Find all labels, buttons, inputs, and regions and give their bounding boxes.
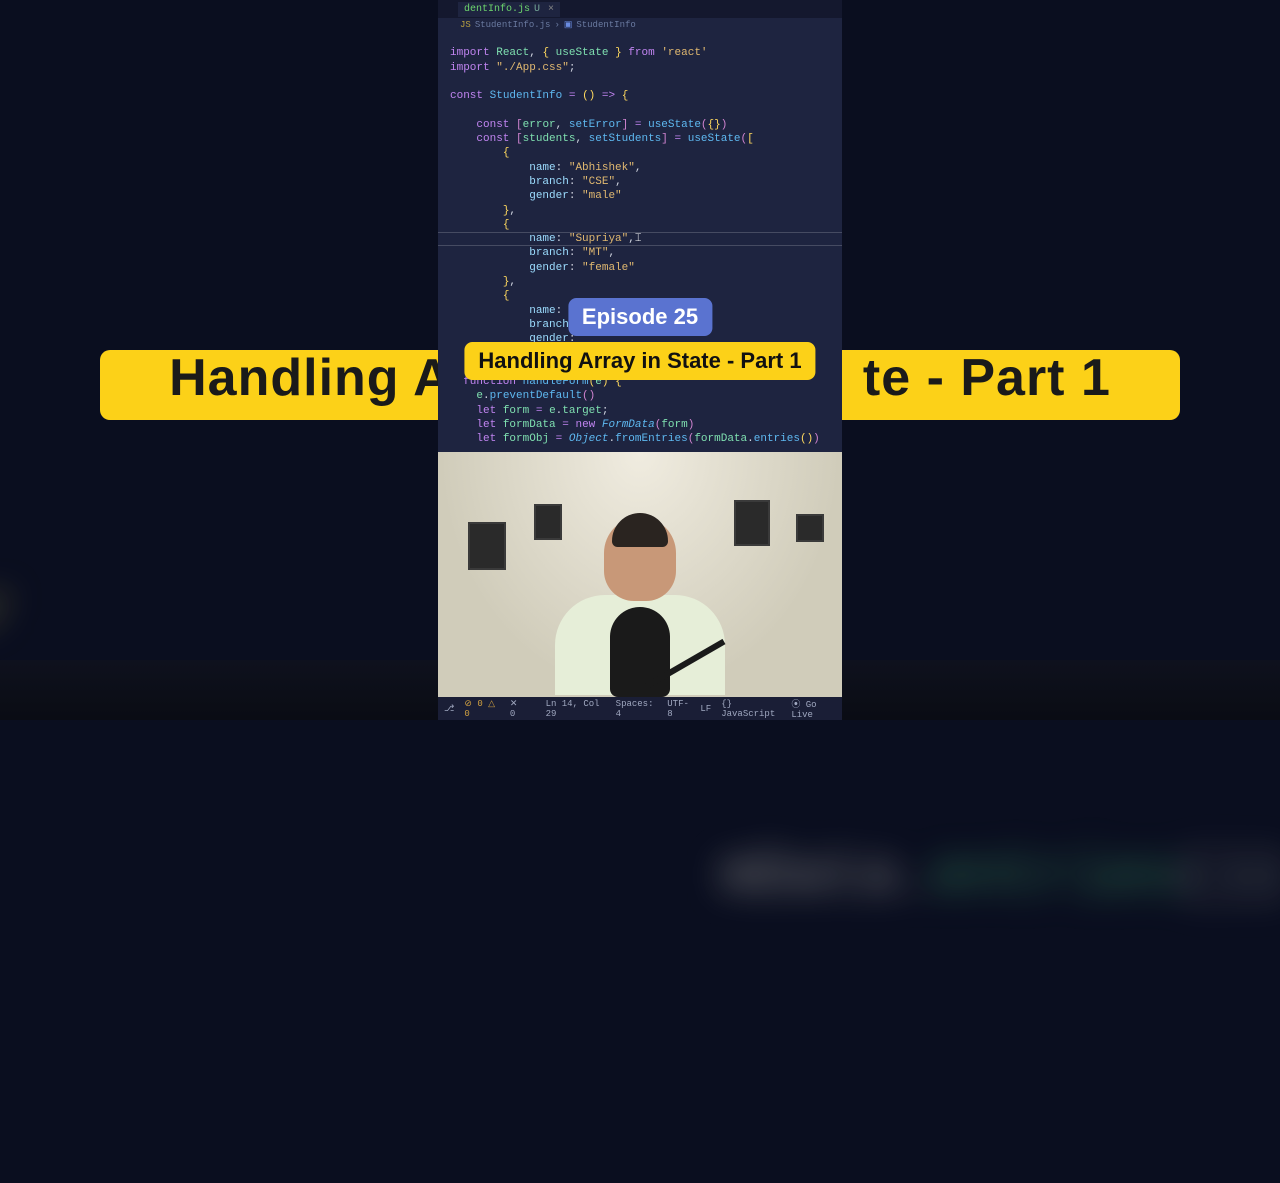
problems-indicator[interactable]: ⊘ 0 △ 0 bbox=[464, 699, 500, 719]
wall-frame bbox=[734, 500, 770, 546]
title-overlay: Episode 25 Handling Array in State - Par… bbox=[464, 298, 815, 380]
microphone bbox=[610, 607, 670, 697]
encoding-indicator[interactable]: UTF-8 bbox=[667, 699, 690, 719]
webcam-feed bbox=[438, 452, 842, 697]
js-icon: JS bbox=[460, 20, 471, 30]
wall-frame bbox=[796, 514, 824, 542]
tab-studentinfo[interactable]: dentInfo.js U × bbox=[458, 2, 560, 17]
tab-filename: dentInfo.js bbox=[464, 4, 530, 15]
status-bar: ⎇ ⊘ 0 △ 0 ✕ 0 Ln 14, Col 29 Spaces: 4 UT… bbox=[438, 697, 842, 720]
go-live-button[interactable]: ⦿ Go Live bbox=[791, 697, 836, 720]
chevron-right-icon: › bbox=[554, 20, 559, 30]
branch-icon[interactable]: ⎇ bbox=[444, 704, 454, 714]
breadcrumb-file: StudentInfo.js bbox=[475, 20, 551, 30]
symbol-icon: ▣ bbox=[564, 20, 573, 30]
tab-git-status: U bbox=[534, 4, 540, 15]
wall-frame bbox=[468, 522, 506, 570]
indent-indicator[interactable]: Spaces: 4 bbox=[616, 699, 658, 719]
eol-indicator[interactable]: LF bbox=[700, 704, 711, 714]
tab-bar: dentInfo.js U × bbox=[438, 0, 842, 18]
language-mode[interactable]: {} JavaScript bbox=[721, 699, 781, 719]
episode-title: Handling Array in State - Part 1 bbox=[464, 342, 815, 380]
code-editor[interactable]: import React, { useState } from 'react' … bbox=[438, 32, 842, 452]
x-indicator[interactable]: ✕ 0 bbox=[510, 699, 526, 719]
active-line-highlight bbox=[438, 232, 842, 246]
cursor-position[interactable]: Ln 14, Col 29 bbox=[546, 699, 606, 719]
breadcrumb[interactable]: JS StudentInfo.js › ▣ StudentInfo bbox=[438, 18, 842, 32]
breadcrumb-symbol: StudentInfo bbox=[576, 20, 635, 30]
close-icon[interactable]: × bbox=[548, 4, 554, 15]
episode-badge: Episode 25 bbox=[568, 298, 712, 336]
